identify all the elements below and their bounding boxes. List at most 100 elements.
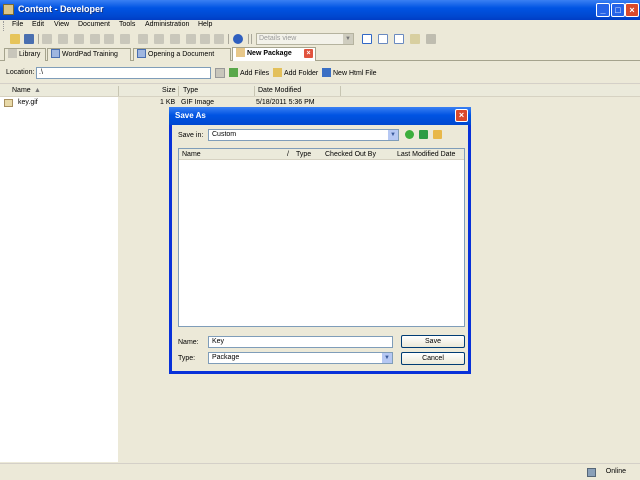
- type-value: Package: [212, 354, 240, 361]
- save-in-label: Save in:: [178, 132, 204, 139]
- menu-file[interactable]: File: [12, 21, 23, 28]
- html-file-icon: [322, 68, 331, 77]
- col-type[interactable]: Type: [296, 151, 311, 158]
- file-list-header: Name ▲ Size Type Date Modified: [0, 85, 640, 97]
- col-type[interactable]: Type: [183, 87, 198, 94]
- network-icon: [587, 468, 596, 477]
- copy-icon[interactable]: [74, 34, 84, 44]
- file-size: 1 KB: [160, 99, 176, 106]
- dialog-title-bar: Save As ×: [169, 107, 471, 125]
- add-folder-icon: [273, 68, 282, 77]
- tools-icon[interactable]: [426, 34, 436, 44]
- menu-administration[interactable]: Administration: [145, 21, 189, 28]
- folder-up-icon[interactable]: [410, 34, 420, 44]
- open-icon[interactable]: [10, 34, 20, 44]
- view-select-value: Details view: [259, 35, 297, 42]
- col-last-modified-date[interactable]: Last Modified Date: [397, 151, 455, 158]
- paste-icon[interactable]: [90, 34, 100, 44]
- library-icon: [8, 49, 17, 58]
- up-icon[interactable]: [200, 34, 210, 44]
- properties-icon[interactable]: [120, 34, 130, 44]
- tab-opening-a-document[interactable]: Opening a Document: [133, 48, 231, 61]
- file-date: 5/18/2011 5:36 PM: [256, 99, 315, 106]
- menu-tools[interactable]: Tools: [119, 21, 135, 28]
- tab-label: Library: [19, 51, 41, 58]
- back-icon[interactable]: [405, 130, 414, 139]
- tab-label: WordPad Training: [62, 51, 118, 58]
- cut-icon[interactable]: [58, 34, 68, 44]
- save-as-dialog: Save As × Save in: Custom ▼ Name / Type …: [169, 107, 471, 374]
- package-icon: [236, 48, 245, 57]
- document-tabs: Library WordPad Training Opening a Docum…: [0, 46, 640, 61]
- menu-view[interactable]: View: [54, 21, 69, 28]
- document-icon: [137, 49, 146, 58]
- dialog-title: Save As: [175, 111, 206, 120]
- up-folder-icon[interactable]: [419, 130, 428, 139]
- col-sort: /: [287, 151, 289, 158]
- refresh-icon[interactable]: [214, 34, 224, 44]
- window-title: Content - Developer: [18, 4, 104, 14]
- add-files-label: Add Files: [240, 70, 270, 77]
- toolbar: Details view ▼: [0, 32, 640, 46]
- col-name[interactable]: Name: [12, 87, 31, 94]
- undo-icon[interactable]: [138, 34, 148, 44]
- delete-icon[interactable]: [104, 34, 114, 44]
- chevron-down-icon: ▼: [382, 353, 392, 363]
- maximize-button[interactable]: □: [611, 3, 625, 17]
- name-input[interactable]: Key: [208, 336, 393, 348]
- save-button[interactable]: Save: [401, 335, 465, 348]
- new-html-file-label: New Html File: [333, 70, 377, 77]
- columns-view-icon[interactable]: [394, 34, 404, 44]
- list-view-icon[interactable]: [378, 34, 388, 44]
- col-date-modified[interactable]: Date Modified: [258, 87, 301, 94]
- file-name: key.gif: [18, 99, 38, 106]
- redo-icon[interactable]: [154, 34, 164, 44]
- type-label: Type:: [178, 355, 196, 362]
- add-folder-button[interactable]: Add Folder: [273, 68, 318, 77]
- chevron-down-icon: ▼: [388, 130, 398, 140]
- close-tab-icon[interactable]: ×: [304, 49, 313, 58]
- details-view-icon[interactable]: [362, 34, 372, 44]
- tab-library[interactable]: Library: [4, 48, 46, 61]
- menu-bar: File Edit View Document Tools Administra…: [0, 20, 640, 32]
- dialog-close-icon[interactable]: ×: [455, 109, 468, 122]
- menu-edit[interactable]: Edit: [32, 21, 44, 28]
- browse-icon[interactable]: [215, 68, 225, 78]
- col-checked-out-by[interactable]: Checked Out By: [325, 151, 376, 158]
- menu-help[interactable]: Help: [198, 21, 212, 28]
- new-html-file-button[interactable]: New Html File: [322, 68, 377, 77]
- help-icon[interactable]: [233, 34, 243, 44]
- close-button[interactable]: ×: [625, 3, 639, 17]
- add-files-icon: [229, 68, 238, 77]
- name-label: Name:: [178, 339, 199, 346]
- tab-label: New Package: [247, 50, 292, 57]
- type-select[interactable]: Package ▼: [208, 352, 393, 364]
- col-name[interactable]: Name: [182, 151, 201, 158]
- add-folder-label: Add Folder: [284, 70, 319, 77]
- save-in-select[interactable]: Custom ▼: [208, 129, 399, 141]
- menu-grip: [3, 21, 6, 31]
- save-icon[interactable]: [24, 34, 34, 44]
- gif-file-icon: [4, 99, 13, 107]
- cancel-button[interactable]: Cancel: [401, 352, 465, 365]
- col-size[interactable]: Size: [162, 87, 176, 94]
- new-folder-icon[interactable]: [433, 130, 442, 139]
- app-icon: [3, 4, 14, 15]
- location-input[interactable]: .\: [36, 67, 211, 79]
- tab-label: Opening a Document: [148, 51, 215, 58]
- view-select[interactable]: Details view ▼: [256, 33, 354, 45]
- dialog-file-list[interactable]: Name / Type Checked Out By Last Modified…: [178, 148, 465, 327]
- back-icon[interactable]: [170, 34, 180, 44]
- save-in-value: Custom: [212, 131, 237, 138]
- add-files-button[interactable]: Add Files: [229, 68, 269, 77]
- sort-ascending-icon: ▲: [34, 87, 41, 94]
- print-icon[interactable]: [42, 34, 52, 44]
- chevron-down-icon: ▼: [343, 34, 353, 44]
- menu-document[interactable]: Document: [78, 21, 110, 28]
- minimize-button[interactable]: _: [596, 3, 610, 17]
- tab-wordpad-training[interactable]: WordPad Training: [47, 48, 131, 61]
- forward-icon[interactable]: [186, 34, 196, 44]
- tab-new-package[interactable]: New Package ×: [232, 47, 316, 61]
- dialog-list-header: Name / Type Checked Out By Last Modified…: [179, 149, 464, 160]
- document-icon: [51, 49, 60, 58]
